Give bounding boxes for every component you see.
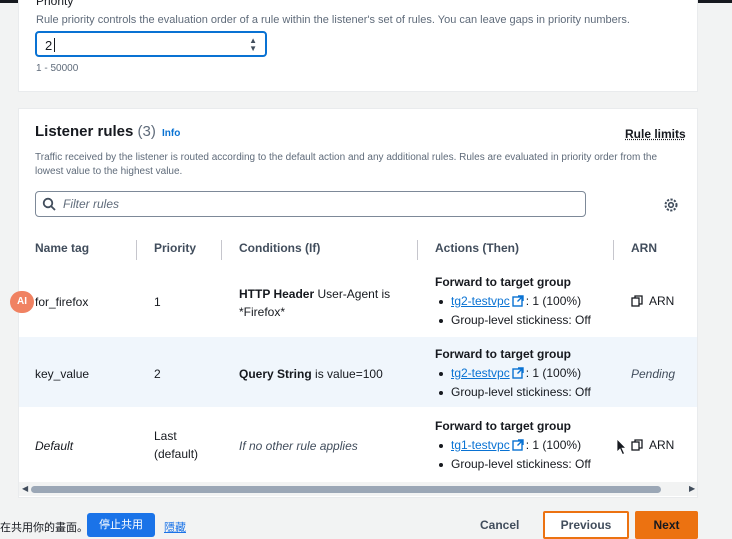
- cancel-button[interactable]: Cancel: [480, 518, 519, 532]
- target-group-link[interactable]: tg2-testvpc: [451, 366, 510, 380]
- listener-rules-title: Listener rules (3): [35, 123, 156, 140]
- rule-name-tag: key_value: [35, 367, 90, 381]
- condition-value: *Firefox*: [239, 305, 286, 319]
- copy-arn-button[interactable]: ARN: [631, 438, 674, 452]
- external-link-icon[interactable]: [512, 367, 524, 379]
- arn-label: ARN: [649, 294, 675, 308]
- condition-type: HTTP Header: [239, 287, 315, 301]
- target-group-link[interactable]: tg1-testvpc: [451, 438, 510, 452]
- listener-rules-title-text: Listener rules: [35, 123, 134, 140]
- column-divider[interactable]: [221, 240, 222, 260]
- bullet: [439, 443, 443, 448]
- gear-icon[interactable]: [663, 197, 679, 213]
- column-divider[interactable]: [417, 240, 418, 260]
- stickiness-text: Group-level stickiness: Off: [451, 457, 591, 471]
- priority-input-value: 2: [45, 38, 53, 53]
- action-title: Forward to target group: [435, 347, 571, 361]
- table-row[interactable]: Default Last (default) If no other rule …: [19, 409, 697, 479]
- column-header-actions[interactable]: Actions (Then): [435, 241, 519, 255]
- bullet: [439, 371, 443, 376]
- external-link-icon[interactable]: [512, 295, 524, 307]
- stickiness-text: Group-level stickiness: Off: [451, 313, 591, 327]
- previous-button[interactable]: Previous: [543, 511, 629, 539]
- table-row[interactable]: for_firefox 1 HTTP Header User-Agent is …: [19, 265, 697, 335]
- bullet: [439, 318, 443, 323]
- rule-condition: If no other rule applies: [239, 439, 358, 453]
- bullet: [439, 299, 443, 304]
- condition-type: Query String: [239, 367, 312, 381]
- stop-sharing-button[interactable]: 停止共用: [87, 513, 155, 537]
- target-weight: : 1 (100%): [525, 438, 582, 452]
- action-title: Forward to target group: [435, 419, 571, 433]
- bullet: [439, 390, 443, 395]
- screen-share-text: 在共用你的畫面。: [0, 522, 88, 534]
- priority-label: Priority: [36, 0, 74, 8]
- action-target: tg2-testvpc : 1 (100%): [439, 294, 581, 308]
- scroll-right-icon[interactable]: ▶: [689, 484, 695, 493]
- rule-priority: 2: [154, 367, 161, 381]
- horizontal-scrollbar[interactable]: ◀ ▶: [19, 482, 697, 496]
- column-header-conditions[interactable]: Conditions (If): [239, 241, 320, 255]
- action-stickiness: Group-level stickiness: Off: [439, 385, 591, 399]
- scrollbar-thumb[interactable]: [31, 486, 661, 493]
- priority-input[interactable]: 2 ▲ ▼: [35, 31, 267, 57]
- filter-rules-input[interactable]: Filter rules: [35, 191, 586, 217]
- target-group-link[interactable]: tg2-testvpc: [451, 294, 510, 308]
- column-divider[interactable]: [613, 240, 614, 260]
- bottom-bar: 在共用你的畫面。 停止共用 隱藏 Cancel Previous Next: [0, 506, 732, 539]
- listener-rules-description: Traffic received by the listener is rout…: [35, 152, 658, 177]
- action-title: Forward to target group: [435, 275, 571, 289]
- ai-assistant-badge[interactable]: AI: [10, 291, 34, 313]
- target-weight: : 1 (100%): [525, 366, 582, 380]
- arn-pending: Pending: [631, 367, 676, 381]
- action-target: tg2-testvpc : 1 (100%): [439, 366, 581, 380]
- copy-arn-button[interactable]: ARN: [631, 294, 674, 308]
- action-stickiness: Group-level stickiness: Off: [439, 313, 591, 327]
- priority-range-hint: 1 - 50000: [36, 63, 79, 74]
- column-header-name-tag[interactable]: Name tag: [35, 241, 89, 255]
- text-caret: [54, 38, 55, 52]
- column-divider[interactable]: [136, 240, 137, 260]
- filter-placeholder: Filter rules: [63, 197, 120, 211]
- stickiness-text: Group-level stickiness: Off: [451, 385, 591, 399]
- target-weight: : 1 (100%): [525, 294, 582, 308]
- scroll-left-icon[interactable]: ◀: [22, 484, 28, 493]
- priority-stepper-icon[interactable]: ▲ ▼: [249, 37, 257, 53]
- hide-share-bar-link[interactable]: 隱藏: [164, 519, 186, 535]
- rule-condition: Query String is value=100: [239, 367, 383, 381]
- next-button[interactable]: Next: [635, 511, 698, 539]
- info-link[interactable]: Info: [162, 128, 180, 139]
- listener-rules-panel: Listener rules (3) Info Rule limits Traf…: [18, 108, 698, 498]
- mouse-cursor-icon: [616, 438, 627, 456]
- action-target: tg1-testvpc : 1 (100%): [439, 438, 581, 452]
- priority-panel: Priority Rule priority controls the eval…: [18, 0, 698, 92]
- rule-name-tag: for_firefox: [35, 295, 89, 309]
- external-link-icon[interactable]: [512, 439, 524, 451]
- column-header-priority[interactable]: Priority: [154, 241, 196, 255]
- rule-name-tag: Default: [35, 439, 74, 453]
- rule-priority-line2: (default): [154, 447, 199, 461]
- priority-description: Rule priority controls the evaluation or…: [36, 14, 630, 26]
- listener-rules-count: (3): [137, 123, 156, 140]
- copy-icon: [631, 295, 643, 307]
- rule-priority: 1: [154, 295, 161, 309]
- bullet: [439, 462, 443, 467]
- table-row[interactable]: key_value 2 Query String is value=100 Fo…: [19, 337, 697, 407]
- search-icon: [42, 197, 56, 211]
- column-header-arn[interactable]: ARN: [631, 241, 657, 255]
- condition-detail: is value=100: [311, 367, 383, 381]
- arn-label: ARN: [649, 438, 675, 452]
- action-stickiness: Group-level stickiness: Off: [439, 457, 591, 471]
- rule-priority-line1: Last: [154, 429, 177, 443]
- rule-condition: HTTP Header User-Agent is: [239, 287, 390, 301]
- condition-detail: User-Agent is: [314, 287, 391, 301]
- copy-icon: [631, 439, 643, 451]
- rule-limits-link[interactable]: Rule limits: [625, 127, 686, 141]
